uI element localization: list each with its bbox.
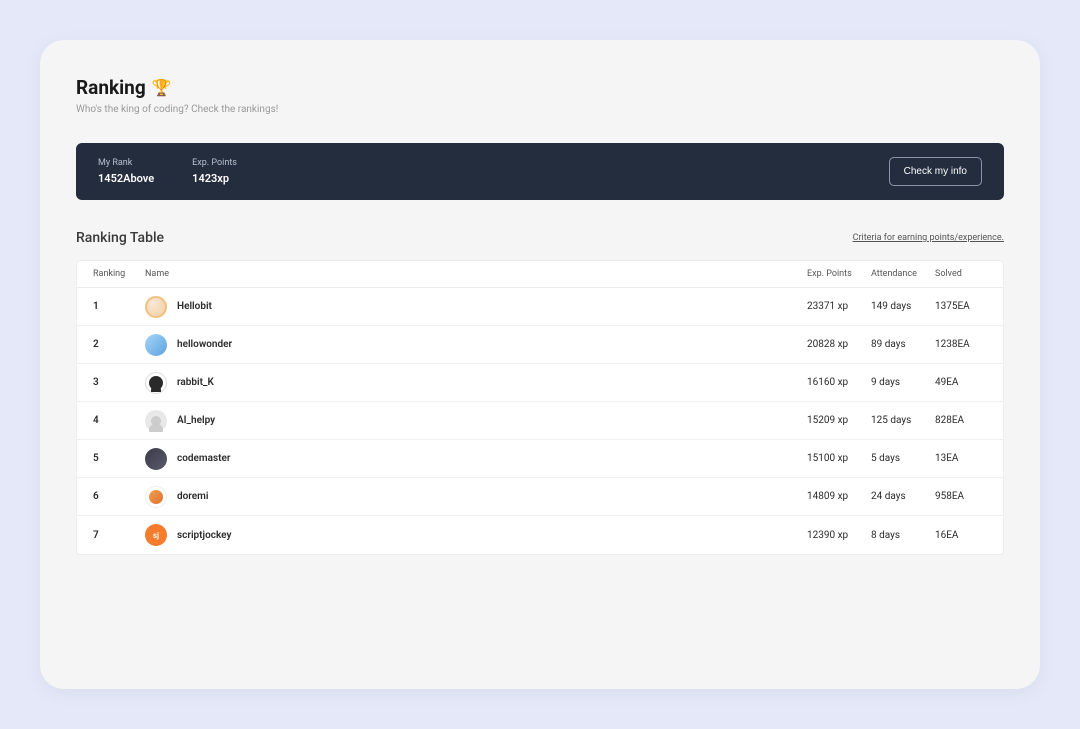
col-header-name: Name	[145, 269, 807, 279]
table-row[interactable]: 5 codemaster 15100 xp 5 days 13EA	[77, 440, 1003, 478]
avatar	[145, 296, 167, 318]
attendance-cell: 8 days	[871, 530, 935, 541]
avatar	[145, 372, 167, 394]
solved-cell: 958EA	[935, 491, 987, 502]
name-cell: AI_helpy	[145, 410, 807, 432]
exp-cell: 14809 xp	[807, 491, 871, 502]
my-rank-label: My Rank	[98, 158, 154, 168]
attendance-cell: 149 days	[871, 301, 935, 312]
table-row[interactable]: 4 AI_helpy 15209 xp 125 days 828EA	[77, 402, 1003, 440]
ranking-table-title: Ranking Table	[76, 230, 164, 246]
name-cell: sj scriptjockey	[145, 524, 807, 546]
rank-cell: 2	[93, 339, 145, 350]
rank-cell: 1	[93, 301, 145, 312]
solved-cell: 1238EA	[935, 339, 987, 350]
table-row[interactable]: 6 doremi 14809 xp 24 days 958EA	[77, 478, 1003, 516]
attendance-cell: 24 days	[871, 491, 935, 502]
name-cell: codemaster	[145, 448, 807, 470]
user-name: codemaster	[177, 453, 230, 464]
page-title: Ranking	[76, 76, 146, 99]
user-name: rabbit_K	[177, 377, 214, 388]
solved-cell: 828EA	[935, 415, 987, 426]
user-name: AI_helpy	[177, 415, 215, 426]
avatar	[145, 410, 167, 432]
solved-cell: 16EA	[935, 530, 987, 541]
rank-bar-stats: My Rank 1452Above Exp. Points 1423xp	[98, 158, 237, 185]
solved-cell: 1375EA	[935, 301, 987, 312]
my-rank-value: 1452Above	[98, 172, 154, 185]
col-header-exp: Exp. Points	[807, 269, 871, 279]
title-row: Ranking 🏆	[76, 76, 1004, 99]
table-row[interactable]: 7 sj scriptjockey 12390 xp 8 days 16EA	[77, 516, 1003, 554]
attendance-cell: 5 days	[871, 453, 935, 464]
rank-cell: 4	[93, 415, 145, 426]
exp-points-value: 1423xp	[192, 172, 237, 185]
table-row[interactable]: 2 hellowonder 20828 xp 89 days 1238EA	[77, 326, 1003, 364]
exp-cell: 16160 xp	[807, 377, 871, 388]
avatar	[145, 486, 167, 508]
name-cell: rabbit_K	[145, 372, 807, 394]
user-name: scriptjockey	[177, 530, 231, 541]
attendance-cell: 125 days	[871, 415, 935, 426]
page-subtitle: Who's the king of coding? Check the rank…	[76, 104, 1004, 115]
solved-cell: 49EA	[935, 377, 987, 388]
my-rank-item: My Rank 1452Above	[98, 158, 154, 185]
name-cell: Hellobit	[145, 296, 807, 318]
my-rank-bar: My Rank 1452Above Exp. Points 1423xp Che…	[76, 143, 1004, 200]
col-header-solved: Solved	[935, 269, 987, 279]
user-name: doremi	[177, 491, 208, 502]
trophy-icon: 🏆	[152, 78, 172, 97]
rank-cell: 7	[93, 530, 145, 541]
avatar	[145, 448, 167, 470]
exp-points-item: Exp. Points 1423xp	[192, 158, 237, 185]
exp-cell: 23371 xp	[807, 301, 871, 312]
solved-cell: 13EA	[935, 453, 987, 464]
exp-cell: 20828 xp	[807, 339, 871, 350]
table-row[interactable]: 3 rabbit_K 16160 xp 9 days 49EA	[77, 364, 1003, 402]
user-name: Hellobit	[177, 301, 212, 312]
criteria-link[interactable]: Criteria for earning points/experience.	[853, 233, 1004, 243]
rank-cell: 6	[93, 491, 145, 502]
rank-cell: 3	[93, 377, 145, 388]
col-header-ranking: Ranking	[93, 269, 145, 279]
user-name: hellowonder	[177, 339, 232, 350]
name-cell: doremi	[145, 486, 807, 508]
name-cell: hellowonder	[145, 334, 807, 356]
ranking-card: Ranking 🏆 Who's the king of coding? Chec…	[40, 40, 1040, 689]
attendance-cell: 9 days	[871, 377, 935, 388]
table-head: Ranking Name Exp. Points Attendance Solv…	[77, 261, 1003, 288]
avatar	[145, 334, 167, 356]
attendance-cell: 89 days	[871, 339, 935, 350]
exp-cell: 15100 xp	[807, 453, 871, 464]
avatar: sj	[145, 524, 167, 546]
col-header-attendance: Attendance	[871, 269, 935, 279]
check-my-info-button[interactable]: Check my info	[889, 157, 982, 186]
exp-points-label: Exp. Points	[192, 158, 237, 168]
ranking-table: Ranking Name Exp. Points Attendance Solv…	[76, 260, 1004, 555]
exp-cell: 15209 xp	[807, 415, 871, 426]
table-header-section: Ranking Table Criteria for earning point…	[76, 230, 1004, 246]
rank-cell: 5	[93, 453, 145, 464]
exp-cell: 12390 xp	[807, 530, 871, 541]
table-row[interactable]: 1 Hellobit 23371 xp 149 days 1375EA	[77, 288, 1003, 326]
